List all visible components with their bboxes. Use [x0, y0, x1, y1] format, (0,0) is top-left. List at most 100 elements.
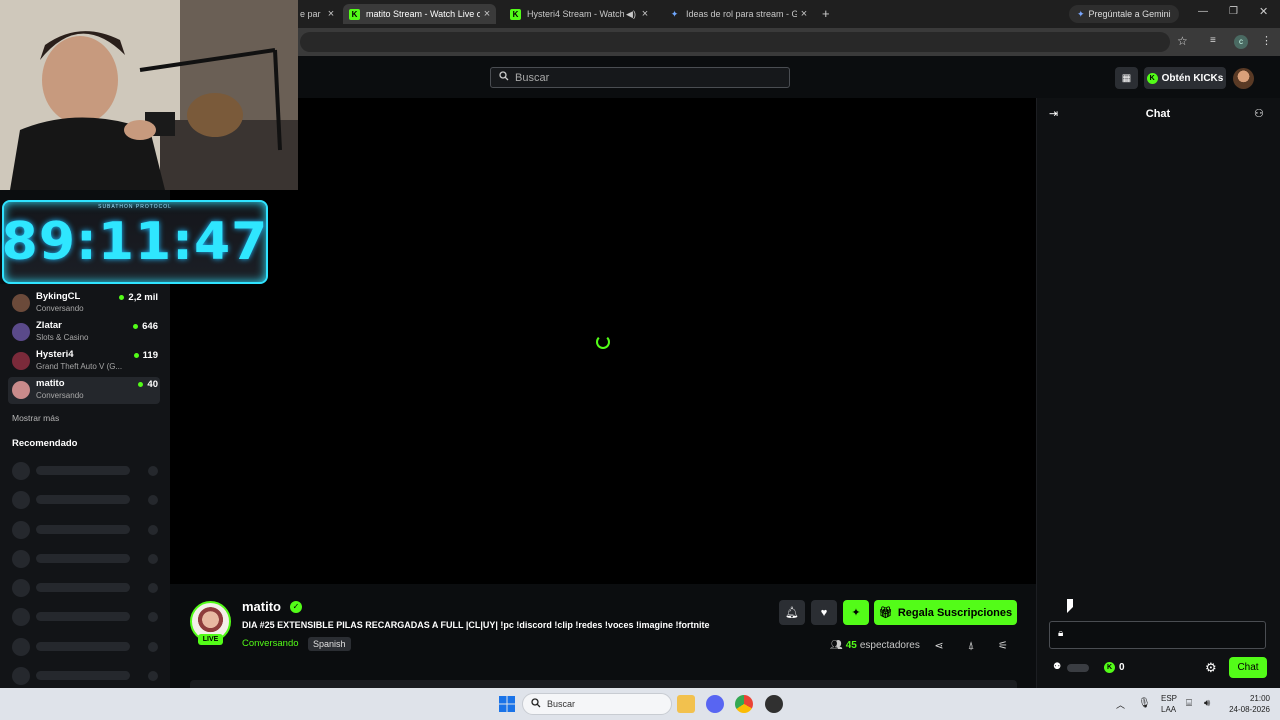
browser-tab-active[interactable]: K matito Stream - Watch Live on × — [343, 4, 496, 24]
viewer-count: 👥︎ 45 espectadores — [830, 640, 920, 651]
minimize-icon[interactable]: — — [1198, 6, 1208, 17]
sparkle-icon: ✦ — [851, 607, 861, 619]
sidebar-channel-zlatar[interactable]: Zlatar Slots & Casino 646 — [8, 319, 160, 346]
speaker-icon[interactable]: ◀) — [624, 9, 638, 20]
search-placeholder: Buscar — [515, 71, 550, 84]
boost-button[interactable]: ✦ — [843, 600, 869, 625]
avatar — [12, 323, 30, 341]
browser-tab[interactable]: e par × — [300, 4, 338, 24]
skeleton-row — [12, 608, 162, 626]
search-input[interactable]: Buscar — [490, 67, 790, 88]
volume-icon[interactable]: 🔊︎ — [1204, 698, 1210, 709]
notifications-button[interactable]: 🔔︎ — [779, 600, 805, 625]
send-chat-button[interactable]: Chat — [1229, 657, 1267, 678]
profile-avatar[interactable]: c — [1234, 35, 1248, 49]
viewers-icon: 👥︎ — [830, 640, 843, 651]
gemini-icon: ✦ — [1077, 8, 1085, 19]
follow-button[interactable]: ♥ — [811, 600, 837, 625]
channel-category: Conversando — [36, 304, 84, 313]
channel-name: BykingCL — [36, 291, 81, 302]
omnibox[interactable] — [300, 32, 1170, 52]
clip-icon[interactable]: ⍋ — [964, 639, 978, 653]
live-dot-icon — [119, 295, 125, 300]
close-tab-icon[interactable]: × — [638, 8, 652, 20]
chat-toggle[interactable] — [1067, 664, 1089, 672]
subathon-timer-overlay: SUBATHON PROTOCOL 89:11:47 — [2, 200, 268, 284]
browser-tab[interactable]: ✦ Ideas de rol para stream - Goo × — [663, 4, 813, 24]
chat-title: Chat — [1145, 108, 1171, 120]
close-window-icon[interactable]: ✕ — [1259, 5, 1268, 18]
network-icon[interactable]: ⌸ — [1186, 698, 1192, 709]
gemini-label: Pregúntale a Gemini — [1088, 9, 1171, 19]
avatar — [12, 381, 30, 399]
search-icon — [499, 71, 509, 84]
mouse-cursor — [1067, 599, 1073, 613]
tab-title: matito Stream - Watch Live on — [366, 9, 480, 19]
kick-coin-icon: K — [1146, 72, 1158, 84]
subathon-timer: 89:11:47 — [1, 212, 269, 272]
skeleton-row — [12, 491, 162, 509]
tab-title: e par — [300, 9, 321, 19]
heart-icon: ♥ — [820, 606, 828, 619]
recommended-heading: Recomendado — [12, 438, 78, 449]
clock-date[interactable]: 24-08-2026 — [1226, 705, 1270, 714]
sidebar-channel-matito[interactable]: matito Conversando 40 — [8, 377, 160, 404]
live-badge: LIVE — [198, 634, 223, 645]
viewer-count-value: 119 — [142, 350, 158, 361]
sidebar-channel-bykingcl[interactable]: BykingCL Conversando 2,2 mil — [8, 290, 160, 317]
streamer-name[interactable]: matito — [242, 599, 281, 614]
browser-tab[interactable]: K Hysteri4 Stream - Watch Liv ◀) × — [504, 4, 654, 24]
tray-chevron-icon[interactable]: ︿ — [1116, 698, 1125, 711]
live-dot-icon — [133, 324, 139, 329]
channel-category: Slots & Casino — [36, 333, 89, 342]
tab-title: Ideas de rol para stream - Goo — [686, 9, 797, 19]
media-controls-icon[interactable]: ≡ — [1210, 35, 1216, 46]
taskbar-search[interactable]: Buscar — [522, 693, 672, 715]
gemini-button[interactable]: ✦ Pregúntale a Gemini — [1069, 5, 1179, 23]
windows-start-icon[interactable] — [499, 696, 515, 712]
skeleton-row — [12, 521, 162, 539]
loading-spinner-icon — [596, 335, 610, 349]
language-bottom[interactable]: LAA — [1161, 705, 1176, 714]
clock-time[interactable]: 21:00 — [1238, 694, 1270, 703]
viewer-count-value: 40 — [147, 379, 158, 390]
discord-icon[interactable] — [706, 695, 724, 713]
microphone-icon[interactable]: 🎙︎ — [1138, 698, 1151, 709]
close-tab-icon[interactable]: × — [797, 8, 811, 20]
viewer-count-value: 45 — [845, 640, 857, 651]
gift-subs-button[interactable]: 🎁︎ Regala Suscripciones — [874, 600, 1017, 625]
language-tag[interactable]: Spanish — [308, 637, 351, 651]
stream-title: DIA #25 EXTENSIBLE PILAS RECARGADAS A FU… — [242, 620, 710, 630]
chat-message-input[interactable] — [1049, 621, 1266, 649]
new-tab-button[interactable]: + — [822, 6, 830, 21]
gift-icon: 🎁︎ — [878, 607, 893, 619]
language-top[interactable]: ESP — [1161, 694, 1177, 703]
emote-icon[interactable]: ⚉ — [1053, 661, 1061, 672]
close-tab-icon[interactable]: × — [480, 8, 494, 20]
user-avatar[interactable] — [1233, 68, 1254, 89]
lock-icon: 🔒︎ — [1058, 628, 1064, 639]
more-options-icon[interactable]: ⚟ — [996, 639, 1010, 653]
viewer-count: 2,2 mil — [119, 292, 158, 303]
file-explorer-icon[interactable] — [677, 695, 695, 713]
bookmark-star-icon[interactable]: ☆ — [1177, 34, 1188, 48]
chrome-icon[interactable] — [735, 695, 753, 713]
channel-name: Hysteri4 — [36, 349, 74, 360]
viewer-count-value: 2,2 mil — [128, 292, 158, 303]
skeleton-row — [12, 667, 162, 685]
google-favicon-icon: ✦ — [670, 8, 679, 19]
verified-icon: ✓ — [290, 601, 302, 613]
stream-category-link[interactable]: Conversando — [242, 638, 299, 649]
sidebar-channel-hysteri4[interactable]: Hysteri4 Grand Theft Auto V (G... 119 — [8, 348, 160, 375]
share-icon[interactable]: ⋖ — [932, 639, 946, 653]
restore-icon[interactable]: ❐ — [1229, 6, 1238, 17]
chat-users-icon[interactable]: ⚇ — [1254, 107, 1264, 120]
show-more-link[interactable]: Mostrar más — [12, 413, 59, 423]
get-kicks-button[interactable]: K Obtén KICKs — [1144, 67, 1226, 89]
viewer-label: espectadores — [859, 640, 920, 651]
obs-icon[interactable] — [765, 695, 783, 713]
chat-settings-gear-icon[interactable]: ⚙ — [1205, 660, 1217, 676]
browser-menu-icon[interactable]: ⋮ — [1261, 34, 1272, 47]
layout-button[interactable]: ▦ — [1115, 67, 1138, 89]
close-tab-icon[interactable]: × — [324, 8, 338, 20]
